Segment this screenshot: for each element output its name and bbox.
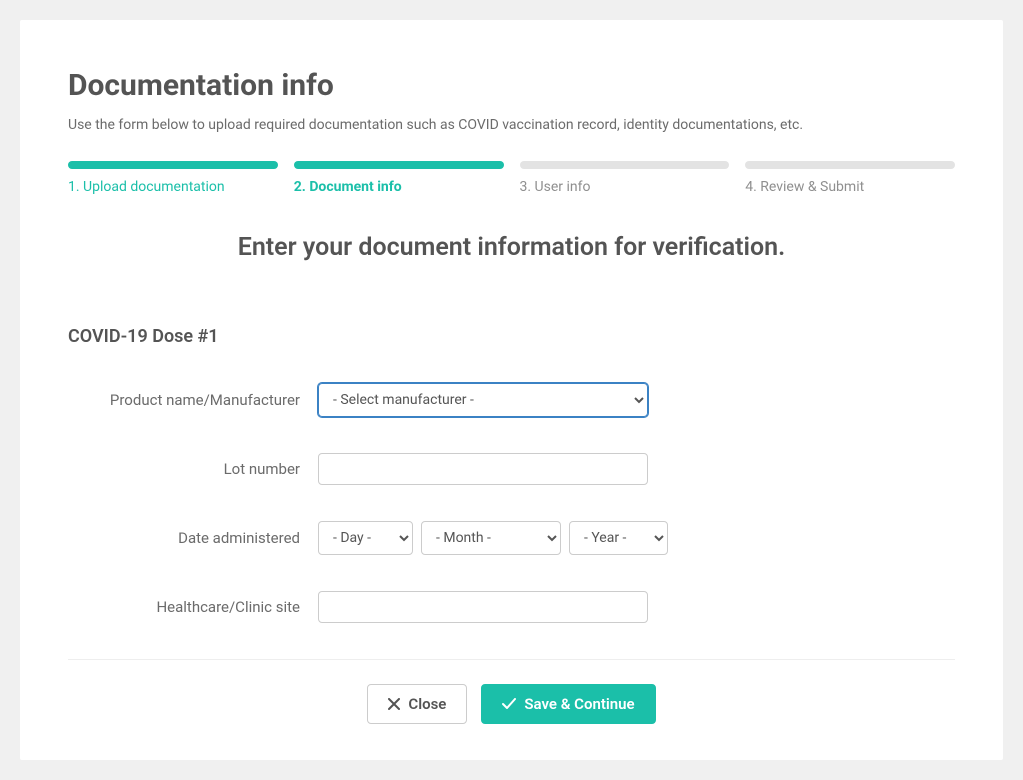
step-label: 4. Review & Submit xyxy=(745,179,955,195)
close-button[interactable]: Close xyxy=(367,684,467,724)
step-label: 3. User info xyxy=(520,179,730,195)
check-icon xyxy=(502,698,516,710)
label-clinic-site: Healthcare/Clinic site xyxy=(68,598,318,616)
page-title: Documentation info xyxy=(68,68,955,103)
step-upload-documentation[interactable]: 1. Upload documentation xyxy=(68,161,278,195)
stepper: 1. Upload documentation 2. Document info… xyxy=(68,161,955,195)
section-heading: COVID-19 Dose #1 xyxy=(68,326,955,347)
step-user-info: 3. User info xyxy=(520,161,730,195)
day-select[interactable]: - Day - xyxy=(318,521,413,555)
label-manufacturer: Product name/Manufacturer xyxy=(68,391,318,409)
step-label: 1. Upload documentation xyxy=(68,179,278,195)
form-heading: Enter your document information for veri… xyxy=(68,233,955,262)
actions: Close Save & Continue xyxy=(68,684,955,724)
row-date-administered: Date administered - Day - - Month - - Ye… xyxy=(68,521,955,555)
row-manufacturer: Product name/Manufacturer - Select manuf… xyxy=(68,383,955,417)
month-select[interactable]: - Month - xyxy=(421,521,561,555)
step-bar xyxy=(745,161,955,169)
close-icon xyxy=(388,698,400,710)
step-bar xyxy=(520,161,730,169)
step-bar xyxy=(68,161,278,169)
row-clinic-site: Healthcare/Clinic site xyxy=(68,591,955,623)
step-bar xyxy=(294,161,504,169)
documentation-info-card: Documentation info Use the form below to… xyxy=(20,20,1003,760)
label-date-administered: Date administered xyxy=(68,529,318,547)
page-description: Use the form below to upload required do… xyxy=(68,117,955,133)
divider xyxy=(68,659,955,660)
manufacturer-select[interactable]: - Select manufacturer - xyxy=(318,383,648,417)
step-label: 2. Document info xyxy=(294,179,504,195)
row-lot-number: Lot number xyxy=(68,453,955,485)
step-document-info[interactable]: 2. Document info xyxy=(294,161,504,195)
step-review-submit: 4. Review & Submit xyxy=(745,161,955,195)
clinic-site-input[interactable] xyxy=(318,591,648,623)
lot-number-input[interactable] xyxy=(318,453,648,485)
save-continue-button-label: Save & Continue xyxy=(524,695,634,713)
year-select[interactable]: - Year - xyxy=(569,521,668,555)
save-continue-button[interactable]: Save & Continue xyxy=(481,684,655,724)
label-lot-number: Lot number xyxy=(68,460,318,478)
close-button-label: Close xyxy=(408,695,446,713)
